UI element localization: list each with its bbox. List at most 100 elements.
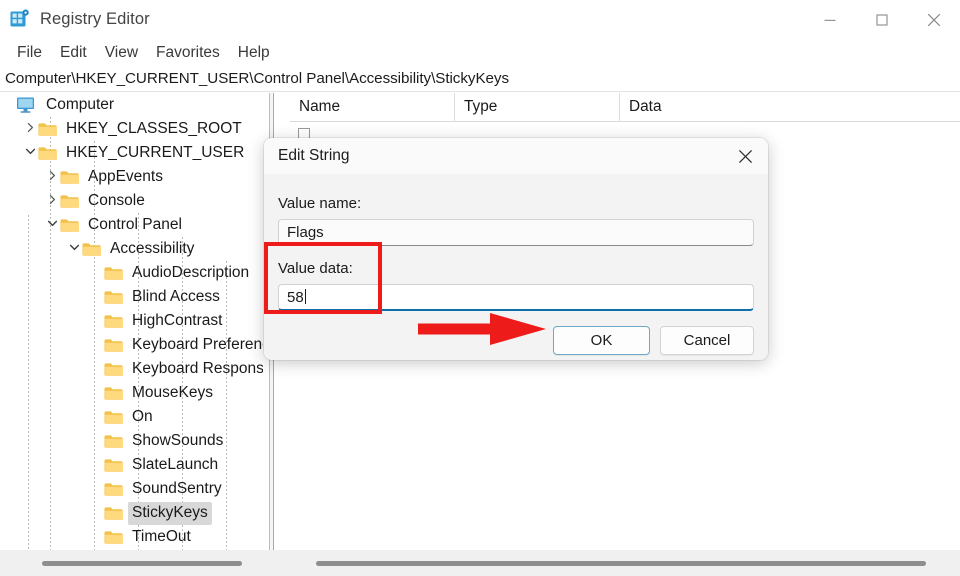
folder-icon bbox=[104, 314, 123, 329]
column-header-type[interactable]: Type bbox=[455, 93, 620, 122]
dialog-titlebar: Edit String bbox=[264, 138, 768, 174]
folder-icon bbox=[104, 530, 123, 545]
tree-item-label: HKEY_CLASSES_ROOT bbox=[66, 119, 242, 137]
tree-item-showsounds[interactable]: ShowSounds bbox=[0, 429, 263, 453]
folder-icon bbox=[60, 170, 79, 185]
tree-item-label: TimeOut bbox=[132, 527, 191, 545]
menu-view[interactable]: View bbox=[96, 41, 147, 65]
menu-help[interactable]: Help bbox=[229, 41, 279, 65]
tree-item-highcontrast[interactable]: HighContrast bbox=[0, 309, 263, 333]
registry-tree: Computer HKEY_CLASSES_ROOT HKEY_CURRENT_US… bbox=[0, 93, 263, 549]
tree-item-label: Keyboard Preference bbox=[132, 335, 263, 353]
window-controls bbox=[804, 0, 960, 40]
folder-icon bbox=[104, 386, 123, 401]
folder-icon bbox=[60, 218, 79, 233]
list-scrollbar-thumb[interactable] bbox=[316, 561, 926, 566]
menu-edit[interactable]: Edit bbox=[51, 41, 96, 65]
annotation-arrow bbox=[416, 310, 548, 348]
folder-icon bbox=[104, 458, 123, 473]
column-header-name[interactable]: Name bbox=[290, 93, 455, 122]
registry-editor-window: Registry Editor File Edit View Favorites… bbox=[0, 0, 960, 576]
tree-item-accessibility[interactable]: Accessibility bbox=[0, 237, 263, 261]
close-icon bbox=[927, 13, 941, 27]
registry-editor-icon bbox=[9, 8, 31, 30]
chevron-down-icon[interactable] bbox=[22, 146, 38, 160]
folder-icon bbox=[104, 482, 123, 497]
folder-icon bbox=[38, 146, 57, 161]
chevron-right-icon[interactable] bbox=[44, 194, 60, 208]
menu-bar: File Edit View Favorites Help bbox=[0, 40, 960, 66]
tree-item-appevents[interactable]: AppEvents bbox=[0, 165, 263, 189]
tree-item-hkey-current-user[interactable]: HKEY_CURRENT_USER bbox=[0, 141, 263, 165]
minimize-button[interactable] bbox=[804, 0, 856, 40]
dialog-close-button[interactable] bbox=[722, 138, 768, 174]
tree-item-label: AppEvents bbox=[88, 167, 163, 185]
tree-item-label: HighContrast bbox=[132, 311, 223, 329]
minimize-icon bbox=[824, 19, 836, 21]
folder-icon bbox=[104, 410, 123, 425]
ok-button[interactable]: OK bbox=[553, 326, 650, 355]
address-bar[interactable]: Computer\HKEY_CURRENT_USER\Control Panel… bbox=[0, 66, 960, 92]
registry-tree-pane[interactable]: Computer HKEY_CLASSES_ROOT HKEY_CURRENT_US… bbox=[0, 93, 263, 550]
list-column-headers: Name Type Data bbox=[290, 93, 960, 122]
menu-favorites[interactable]: Favorites bbox=[147, 41, 229, 65]
tree-item-label: Control Panel bbox=[88, 215, 182, 233]
folder-icon bbox=[38, 122, 57, 137]
tree-item-label: ShowSounds bbox=[132, 431, 224, 449]
tree-item-label: AudioDescription bbox=[132, 263, 250, 281]
tree-item-on[interactable]: On bbox=[0, 405, 263, 429]
annotation-highlight-box bbox=[264, 242, 382, 314]
tree-item-mousekeys[interactable]: MouseKeys bbox=[0, 381, 263, 405]
tree-item-label: Blind Access bbox=[132, 287, 220, 305]
tree-item-timeout[interactable]: TimeOut bbox=[0, 525, 263, 549]
tree-item-slatelaunch[interactable]: SlateLaunch bbox=[0, 453, 263, 477]
tree-item-label: Accessibility bbox=[110, 239, 195, 257]
maximize-button[interactable] bbox=[856, 0, 908, 40]
folder-icon bbox=[104, 338, 123, 353]
close-icon bbox=[738, 149, 752, 163]
list-horizontal-scrollbar[interactable] bbox=[290, 550, 960, 576]
folder-icon bbox=[82, 242, 101, 257]
tree-item-keyboard-preference[interactable]: Keyboard Preference bbox=[0, 333, 263, 357]
cancel-button[interactable]: Cancel bbox=[660, 326, 754, 355]
folder-icon bbox=[104, 506, 123, 521]
maximize-icon bbox=[876, 14, 888, 26]
tree-item-keyboard-response[interactable]: Keyboard Response bbox=[0, 357, 263, 381]
tree-item-label: Computer bbox=[46, 95, 115, 113]
tree-item-label: Keyboard Response bbox=[132, 359, 263, 377]
folder-icon bbox=[60, 194, 79, 209]
chevron-right-icon[interactable] bbox=[22, 122, 38, 136]
tree-scrollbar-thumb[interactable] bbox=[42, 561, 242, 566]
tree-item-label: MouseKeys bbox=[132, 383, 213, 401]
dialog-title: Edit String bbox=[278, 147, 350, 164]
tree-item-audiodescription[interactable]: AudioDescription bbox=[0, 261, 263, 285]
tree-item-computer[interactable]: Computer bbox=[0, 93, 263, 117]
folder-icon bbox=[104, 290, 123, 305]
folder-icon bbox=[104, 266, 123, 281]
column-header-data[interactable]: Data bbox=[620, 93, 960, 122]
tree-item-stickykeys[interactable]: StickyKeys bbox=[0, 501, 263, 525]
registry-path[interactable]: Computer\HKEY_CURRENT_USER\Control Panel… bbox=[0, 68, 509, 90]
tree-item-hkey-classes-root[interactable]: HKEY_CLASSES_ROOT bbox=[0, 117, 263, 141]
tree-item-console[interactable]: Console bbox=[0, 189, 263, 213]
chevron-down-icon[interactable] bbox=[66, 242, 82, 256]
value-name-label: Value name: bbox=[278, 195, 362, 212]
tree-item-label: Console bbox=[88, 191, 145, 209]
tree-item-label: HKEY_CURRENT_USER bbox=[66, 143, 245, 161]
tree-item-blind-access[interactable]: Blind Access bbox=[0, 285, 263, 309]
folder-icon bbox=[104, 362, 123, 377]
tree-item-label: StickyKeys bbox=[128, 501, 212, 525]
close-button[interactable] bbox=[908, 0, 960, 40]
tree-item-soundsentry[interactable]: SoundSentry bbox=[0, 477, 263, 501]
chevron-down-icon[interactable] bbox=[44, 218, 60, 232]
tree-item-label: SlateLaunch bbox=[132, 455, 219, 473]
chevron-right-icon[interactable] bbox=[44, 170, 60, 184]
computer-icon bbox=[16, 96, 36, 114]
tree-horizontal-scrollbar[interactable] bbox=[0, 550, 263, 576]
tree-item-control-panel[interactable]: Control Panel bbox=[0, 213, 263, 237]
window-title: Registry Editor bbox=[40, 10, 150, 28]
tree-item-label: SoundSentry bbox=[132, 479, 222, 497]
window-titlebar: Registry Editor bbox=[0, 0, 960, 40]
tree-item-label: On bbox=[132, 407, 153, 425]
menu-file[interactable]: File bbox=[8, 41, 51, 65]
